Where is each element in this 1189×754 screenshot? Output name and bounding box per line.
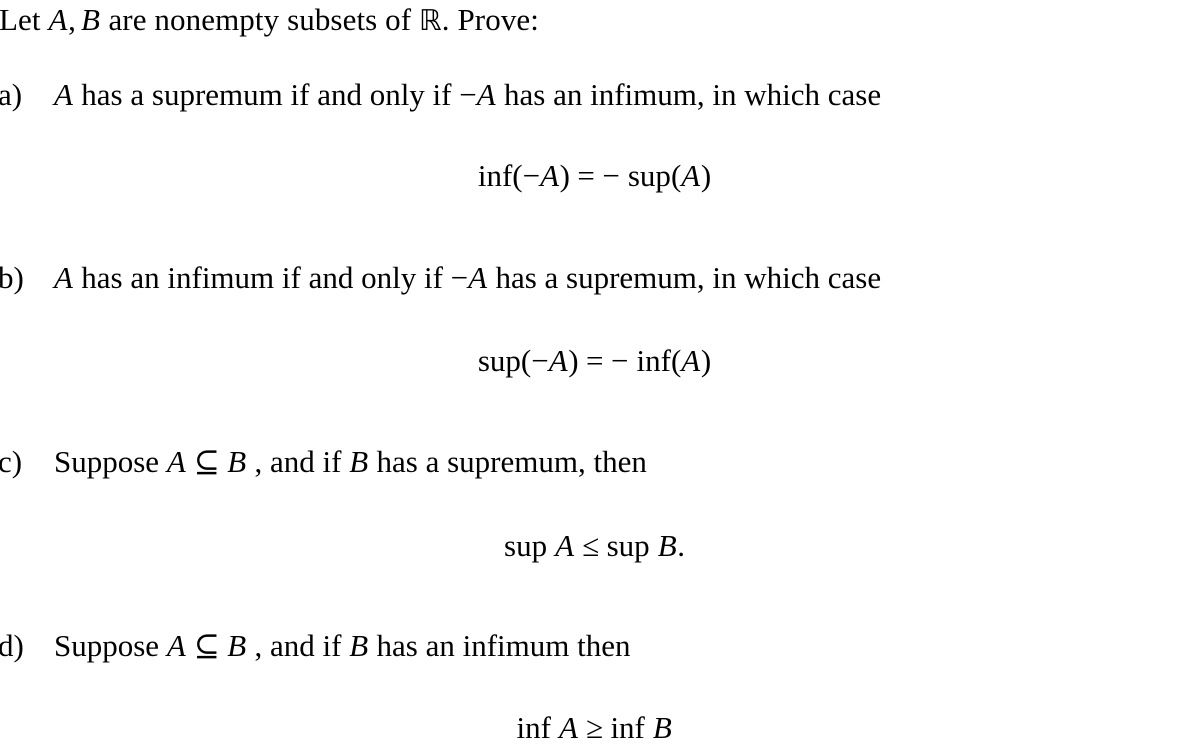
eq-d-op-inf-1: inf	[516, 710, 551, 745]
item-c-var-b: B	[227, 444, 247, 479]
eq-b-equals-sign: =	[586, 343, 604, 378]
item-d-var-c: B	[349, 628, 369, 663]
item-c-var-c: B	[349, 444, 369, 479]
item-d-text-3: has an infimum then	[368, 628, 631, 663]
eq-a-close-paren: )	[559, 158, 570, 193]
less-than-or-equal-icon: ≤	[582, 528, 600, 563]
eq-c-arg-1: A	[555, 528, 575, 563]
eq-a-open-paren-2: (	[670, 158, 682, 193]
item-d-text-1: Suppose	[54, 628, 167, 663]
eq-a-op-inf: inf	[477, 158, 513, 193]
list-item-d: d) Suppose A ⊆ B , and if B has an infimum…	[0, 630, 631, 661]
eq-b-op-inf: inf	[636, 343, 671, 378]
eq-c-period: .	[677, 528, 685, 563]
real-numbers-icon: ℝ	[419, 4, 442, 37]
item-d-var-b: B	[227, 628, 247, 663]
item-c-text-1: Suppose	[54, 444, 167, 479]
item-body-c: Suppose A ⊆ B , and if B has a supremum, t…	[54, 446, 647, 477]
item-body-a: A has a supremum if and only if −A has a…	[54, 79, 881, 110]
eq-a-close-paren-2: )	[700, 158, 712, 193]
eq-b-open-paren: (	[520, 343, 532, 378]
item-d-text-2: , and if	[246, 628, 350, 663]
item-b-var-lead: A	[54, 260, 73, 295]
item-a-var-lead: A	[54, 77, 73, 112]
eq-d-arg-2: B	[652, 710, 672, 745]
list-item-b: b) A has an infimum if and only if −A ha…	[0, 262, 881, 293]
eq-b-op-sup: sup	[477, 343, 521, 378]
intro-prefix: Let	[0, 2, 49, 37]
eq-a-arg-2: A	[681, 158, 701, 193]
eq-c-op-sup-1: sup	[504, 528, 548, 563]
eq-b-minus-2: −	[610, 343, 629, 378]
equation-d: inf A ≥ inf B	[0, 712, 1189, 743]
item-b-neg-var: A	[468, 260, 488, 295]
intro-statement: Let A, B are nonempty subsets of ℝ. Prove…	[0, 4, 539, 36]
item-a-text-1: has a supremum if and only if	[73, 77, 460, 112]
intro-var-b: B	[80, 2, 100, 37]
eq-b-minus-1: −	[531, 343, 549, 378]
item-label-d: d)	[0, 628, 24, 663]
document-page: Let A, B are nonempty subsets of ℝ. Prove…	[0, 0, 1189, 754]
intro-middle: are nonempty subsets of	[100, 2, 420, 37]
eq-a-arg-1: A	[540, 158, 560, 193]
item-b-text-1: has an infimum if and only if	[73, 260, 451, 295]
item-c-text-3: has a supremum, then	[368, 444, 647, 479]
equation-c: sup A ≤ sup B.	[0, 530, 1189, 561]
eq-a-open-paren: (	[512, 158, 523, 193]
eq-a-equals-sign: =	[577, 158, 595, 193]
item-c-var-a: A	[166, 444, 186, 479]
eq-b-close-paren: )	[568, 343, 579, 378]
item-d-var-a: A	[166, 628, 186, 663]
eq-a-minus-1: −	[522, 158, 541, 193]
list-item-a: a) A has a supremum if and only if −A ha…	[0, 79, 881, 110]
equation-a: inf(−A) = − sup(A)	[0, 160, 1189, 191]
eq-b-open-paren-2: (	[670, 343, 682, 378]
equation-b: sup(−A) = − inf(A)	[0, 345, 1189, 376]
item-label-c: c)	[0, 444, 23, 479]
item-body-b: A has an infimum if and only if −A has a…	[54, 262, 881, 293]
eq-c-arg-2: B	[657, 528, 677, 563]
item-c-text-2: , and if	[246, 444, 350, 479]
greater-than-or-equal-icon: ≥	[585, 710, 603, 745]
intro-comma: ,	[68, 2, 76, 37]
minus-sign-icon: −	[459, 77, 477, 112]
eq-b-arg-1: A	[548, 343, 568, 378]
item-body-d: Suppose A ⊆ B , and if B has an infimum th…	[54, 630, 631, 661]
item-a-text-2: has an infimum, in which case	[496, 77, 882, 112]
item-a-neg-var: A	[476, 77, 496, 112]
item-label-b: b)	[0, 260, 24, 295]
eq-b-arg-2: A	[681, 343, 701, 378]
eq-a-minus-2: −	[602, 158, 620, 193]
list-item-c: c) Suppose A ⊆ B , and if B has a supremum…	[0, 446, 647, 477]
subset-or-equal-icon: ⊆	[193, 444, 220, 479]
eq-b-close-paren-2: )	[700, 343, 712, 378]
eq-c-op-sup-2: sup	[606, 528, 650, 563]
eq-a-op-sup: sup	[627, 158, 671, 193]
intro-suffix: . Prove:	[441, 2, 539, 37]
item-label-a: a)	[0, 77, 23, 112]
minus-sign-icon: −	[450, 260, 469, 295]
subset-or-equal-icon: ⊆	[193, 628, 220, 663]
eq-d-arg-1: A	[559, 710, 578, 745]
eq-d-op-inf-2: inf	[610, 710, 645, 745]
intro-var-a: A	[48, 2, 68, 37]
item-b-text-2: has a supremum, in which case	[487, 260, 882, 295]
